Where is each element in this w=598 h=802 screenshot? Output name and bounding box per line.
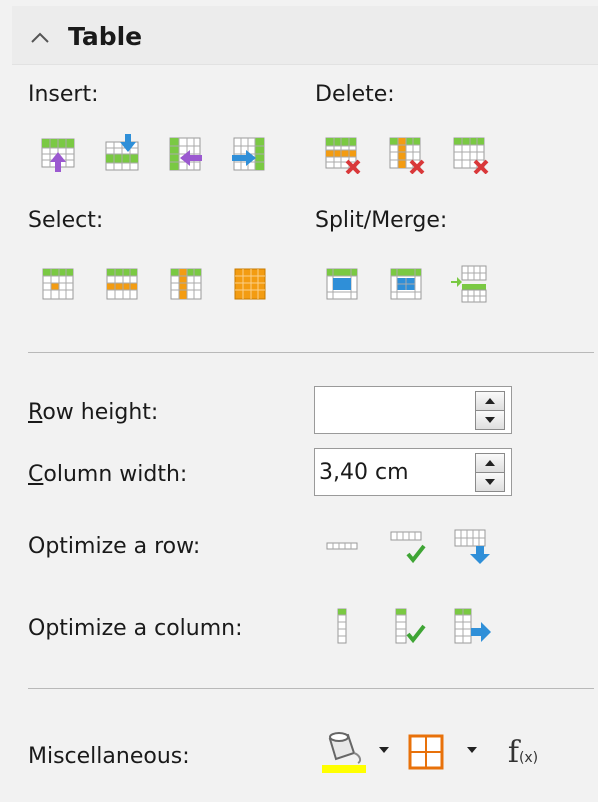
insert-columns-before-button[interactable] — [164, 132, 208, 176]
distribute-columns-icon — [454, 608, 491, 644]
row-height-spinbox[interactable] — [314, 386, 512, 434]
triangle-up-icon — [485, 398, 495, 404]
split-table-button[interactable] — [448, 262, 492, 306]
triangle-up-icon — [485, 460, 495, 466]
select-label: Select: — [28, 208, 104, 233]
separator — [28, 352, 594, 353]
delete-table-icon — [453, 137, 489, 174]
delete-rows-button[interactable] — [320, 132, 364, 176]
column-width-increment-button[interactable] — [475, 453, 505, 473]
row-height-label: Row height: — [28, 400, 159, 425]
delete-table-button[interactable] — [448, 132, 492, 176]
insert-label: Insert: — [28, 82, 99, 107]
optimize-row-label: Optimize a row: — [28, 534, 201, 559]
distribute-rows-button[interactable] — [450, 524, 494, 568]
borders-button[interactable] — [404, 730, 448, 774]
select-column-icon — [170, 268, 202, 300]
miscellaneous-label: Miscellaneous: — [28, 744, 190, 769]
delete-columns-button[interactable] — [384, 132, 428, 176]
split-table-icon — [451, 265, 487, 303]
formula-icon: f(x) — [508, 735, 538, 770]
row-height-increment-button[interactable] — [475, 391, 505, 411]
dropdown-arrow-icon — [467, 747, 477, 753]
insert-rows-below-button[interactable] — [100, 132, 144, 176]
table-sidebar-panel: Table Insert: Delete: Select: Split/Merg… — [0, 0, 598, 802]
distribute-rows-icon — [454, 529, 490, 564]
row-height-input[interactable] — [319, 395, 469, 425]
paint-bucket-icon — [322, 732, 366, 773]
background-color-dropdown[interactable] — [372, 736, 396, 764]
optimal-column-width-icon — [395, 608, 426, 644]
select-row-icon — [106, 268, 138, 300]
dropdown-arrow-icon — [379, 747, 389, 753]
select-table-button[interactable] — [228, 262, 272, 306]
split-cells-icon — [390, 268, 422, 300]
column-width-decrement-button[interactable] — [475, 472, 505, 492]
split-merge-label: Split/Merge: — [315, 208, 448, 233]
delete-label: Delete: — [315, 82, 395, 107]
minimal-column-width-icon — [337, 608, 347, 644]
select-cell-icon — [42, 268, 74, 300]
insert-columns-after-button[interactable] — [226, 132, 270, 176]
insert-formula-button[interactable]: f(x) — [496, 728, 550, 776]
split-cells-button[interactable] — [384, 262, 428, 306]
borders-icon — [408, 734, 444, 770]
merge-cells-icon — [326, 268, 358, 300]
delete-columns-icon — [389, 137, 425, 174]
merge-cells-button[interactable] — [320, 262, 364, 306]
minimal-column-width-button[interactable] — [320, 604, 364, 648]
table-section-header[interactable]: Table — [12, 6, 598, 65]
select-column-button[interactable] — [164, 262, 208, 306]
optimal-column-width-button[interactable] — [386, 604, 430, 648]
column-width-input[interactable] — [319, 457, 469, 487]
select-cell-button[interactable] — [36, 262, 80, 306]
insert-columns-after-icon — [232, 137, 265, 171]
triangle-down-icon — [485, 479, 495, 485]
optimize-column-label: Optimize a column: — [28, 616, 243, 641]
distribute-columns-button[interactable] — [450, 604, 494, 648]
optimal-row-height-button[interactable] — [386, 524, 430, 568]
select-row-button[interactable] — [100, 262, 144, 306]
separator — [28, 688, 594, 689]
insert-rows-below-icon — [105, 134, 139, 171]
insert-columns-before-icon — [169, 137, 202, 171]
optimal-row-height-icon — [390, 531, 426, 564]
triangle-down-icon — [485, 417, 495, 423]
formula-argument-label: (x) — [518, 749, 539, 766]
column-width-spinbox[interactable] — [314, 448, 512, 496]
insert-rows-above-icon — [41, 138, 75, 172]
minimal-row-height-button[interactable] — [320, 524, 364, 568]
column-width-label: Column width: — [28, 462, 188, 487]
row-height-decrement-button[interactable] — [475, 410, 505, 430]
select-table-icon — [234, 268, 266, 300]
delete-rows-icon — [325, 137, 361, 174]
formula-function-label: f — [507, 734, 519, 770]
table-cell-background-button[interactable] — [318, 728, 370, 776]
borders-dropdown[interactable] — [460, 736, 484, 764]
insert-rows-above-button[interactable] — [36, 132, 80, 176]
chevron-up-icon[interactable] — [30, 32, 50, 44]
minimal-row-height-icon — [326, 542, 358, 550]
section-title: Table — [68, 22, 143, 51]
